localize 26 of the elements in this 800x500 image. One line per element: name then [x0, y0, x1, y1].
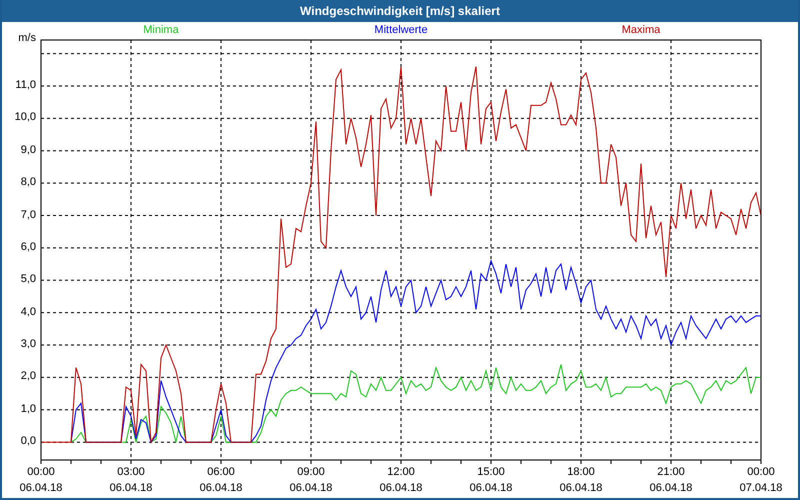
- x-tick-label: 06:00 06.04.18: [198, 465, 244, 496]
- x-tick-label: 00:00 06.04.18: [18, 465, 64, 496]
- window-title: Windgeschwindigkeit [m/s] skaliert: [300, 4, 500, 18]
- x-tick-label: 18:00 06.04.18: [558, 465, 604, 496]
- y-tick-label: 5,0: [20, 273, 36, 286]
- axis-unit-label: m/s: [18, 32, 36, 44]
- legend-label: Maxima: [620, 24, 662, 36]
- x-tick-label: 03:00 06.04.18: [108, 465, 154, 496]
- x-tick-label: 15:00 06.04.18: [468, 465, 514, 496]
- y-tick-label: 8,0: [20, 176, 36, 188]
- y-tick-label: 3,0: [20, 338, 36, 350]
- x-tick-label: 09:00 06.04.18: [288, 465, 334, 496]
- y-tick-label: 0,0: [20, 435, 36, 448]
- x-tick-label: 00:00 07.04.18: [738, 465, 784, 496]
- y-tick-label: 9,0: [20, 144, 36, 156]
- y-tick-label: 11,0: [15, 78, 36, 91]
- legend-label: Minima: [142, 24, 180, 36]
- y-tick-label: 2,0: [20, 370, 36, 382]
- y-tick-label: 1,0: [20, 402, 36, 415]
- x-tick-label: 21:00 06.04.18: [648, 465, 694, 496]
- y-tick-label: 6,0: [20, 240, 36, 253]
- y-tick-label: 10,0: [14, 111, 36, 124]
- x-tick-label: 12:00 06.04.18: [378, 465, 424, 496]
- y-tick-label: 7,0: [20, 208, 36, 220]
- y-tick-label: 4,0: [20, 306, 36, 318]
- legend-label: Mittelwerte: [373, 24, 429, 36]
